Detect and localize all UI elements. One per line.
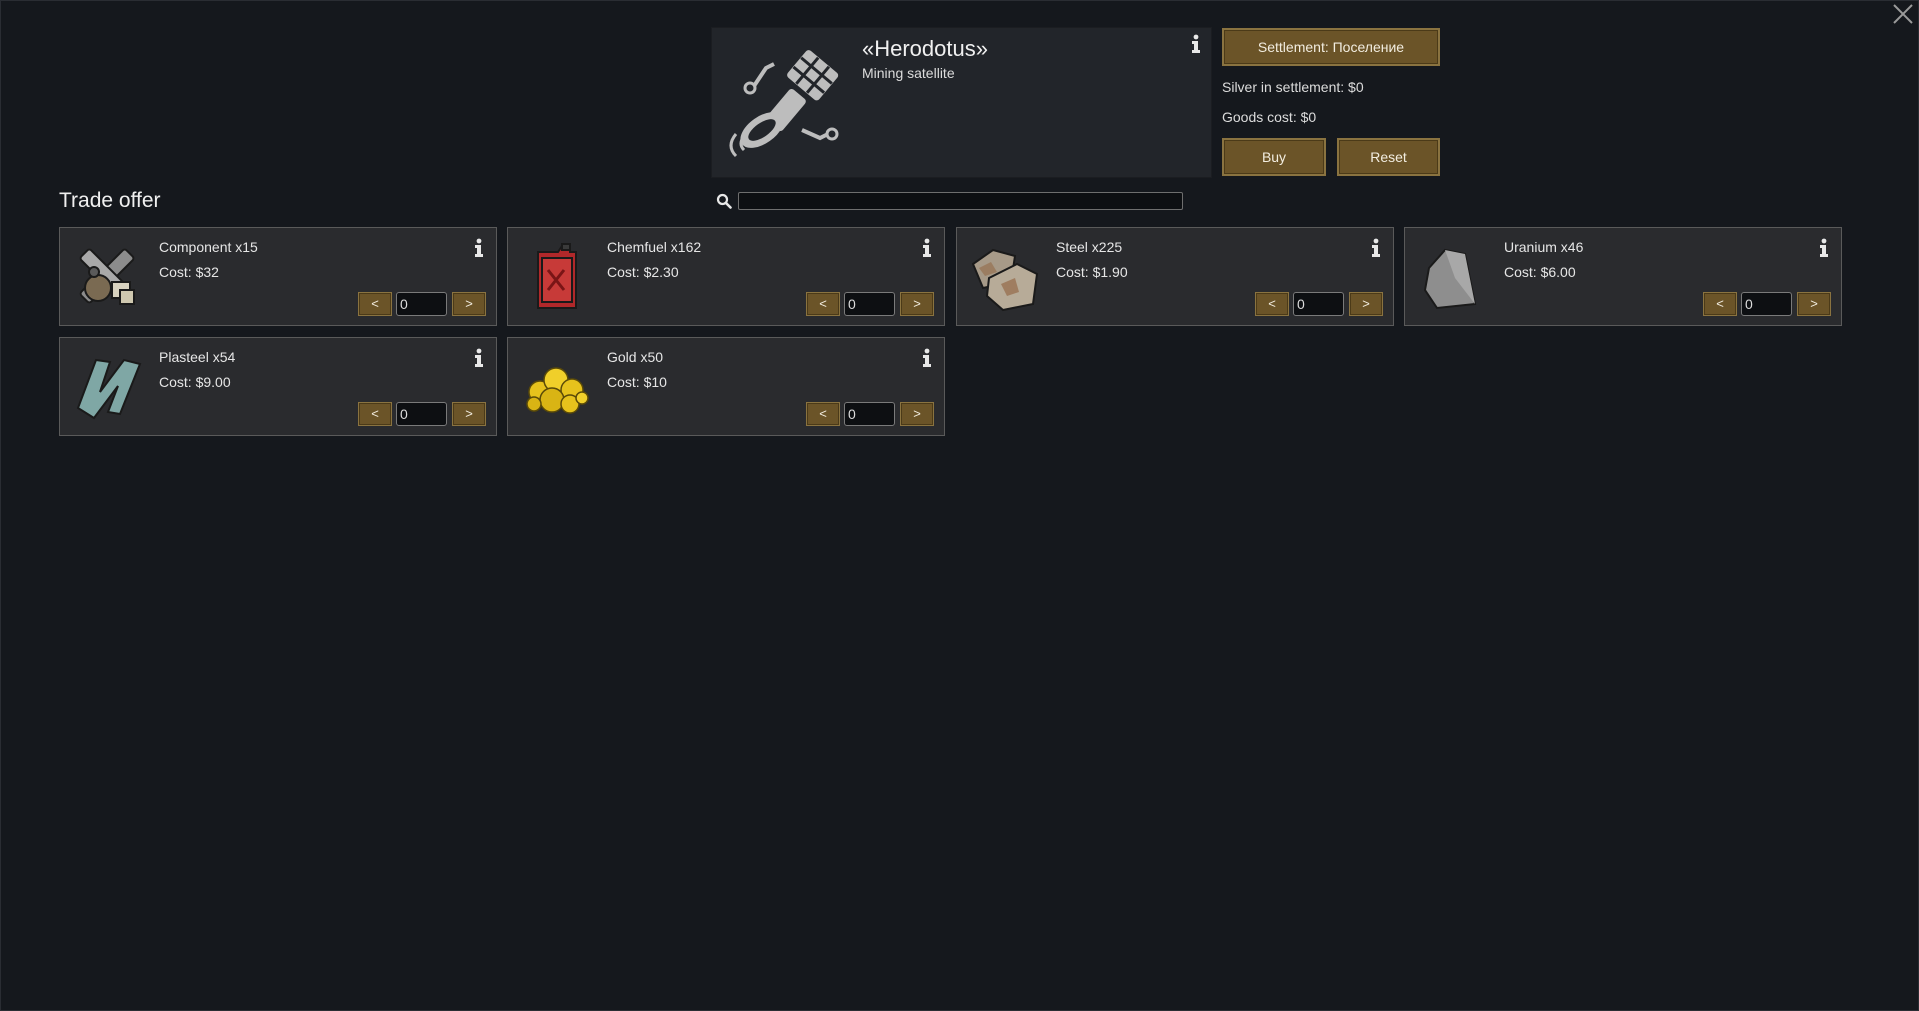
mining-satellite-icon xyxy=(729,50,839,158)
buy-button[interactable]: Buy xyxy=(1222,138,1326,176)
item-cost: Cost: $1.90 xyxy=(1056,264,1128,280)
item-cost: Cost: $6.00 xyxy=(1504,264,1576,280)
decrease-button[interactable]: < xyxy=(806,292,840,316)
increase-button[interactable]: > xyxy=(452,292,486,316)
close-icon[interactable] xyxy=(1890,1,1916,27)
info-icon[interactable] xyxy=(472,238,486,258)
info-icon[interactable] xyxy=(1817,238,1831,258)
increase-button[interactable]: > xyxy=(452,402,486,426)
component-icon xyxy=(79,248,135,305)
settlement-header-card: «Herodotus» Mining satellite xyxy=(711,27,1212,178)
item-name: Gold x50 xyxy=(607,349,664,365)
silver-in-settlement-text: Silver in settlement: $0 xyxy=(1222,79,1364,95)
increase-button[interactable]: > xyxy=(1349,292,1383,316)
trade-item-card: Plasteel x54 Cost: $9.00 < > xyxy=(59,337,497,436)
quantity-input[interactable] xyxy=(844,402,895,426)
quantity-input[interactable] xyxy=(844,292,895,316)
gold-icon xyxy=(526,367,589,414)
uranium-icon xyxy=(1423,248,1477,310)
quantity-input[interactable] xyxy=(1293,292,1344,316)
trade-item-card: Gold x50 Cost: $10 < > xyxy=(507,337,945,436)
quantity-input[interactable] xyxy=(1741,292,1792,316)
increase-button[interactable]: > xyxy=(1797,292,1831,316)
trade-item-card: Steel x225 Cost: $1.90 < > xyxy=(956,227,1394,326)
settlement-subtitle: Mining satellite xyxy=(862,65,955,81)
item-name: Plasteel x54 xyxy=(159,349,236,365)
item-cost: Cost: $2.30 xyxy=(607,264,679,280)
info-icon[interactable] xyxy=(920,348,934,368)
search-icon xyxy=(716,193,732,209)
increase-button[interactable]: > xyxy=(900,292,934,316)
trade-window: «Herodotus» Mining satellite Settlement:… xyxy=(0,0,1919,1011)
trade-offer-title: Trade offer xyxy=(59,189,161,212)
info-icon[interactable] xyxy=(920,238,934,258)
item-name: Steel x225 xyxy=(1056,239,1123,255)
decrease-button[interactable]: < xyxy=(358,292,392,316)
decrease-button[interactable]: < xyxy=(1703,292,1737,316)
info-icon[interactable] xyxy=(1189,34,1203,54)
trade-item-card: Uranium x46 Cost: $6.00 < > xyxy=(1404,227,1842,326)
increase-button[interactable]: > xyxy=(900,402,934,426)
info-icon[interactable] xyxy=(1369,238,1383,258)
trade-item-card: Component x15 Cost: $32 < > xyxy=(59,227,497,326)
quantity-input[interactable] xyxy=(396,402,447,426)
item-name: Component x15 xyxy=(159,239,258,255)
decrease-button[interactable]: < xyxy=(358,402,392,426)
reset-button[interactable]: Reset xyxy=(1337,138,1440,176)
item-name: Uranium x46 xyxy=(1504,239,1584,255)
search-input[interactable] xyxy=(738,192,1183,210)
steel-icon xyxy=(971,248,1039,312)
decrease-button[interactable]: < xyxy=(806,402,840,426)
goods-cost-text: Goods cost: $0 xyxy=(1222,109,1317,125)
plasteel-icon xyxy=(76,358,142,420)
item-name: Chemfuel x162 xyxy=(607,239,702,255)
quantity-input[interactable] xyxy=(396,292,447,316)
decrease-button[interactable]: < xyxy=(1255,292,1289,316)
info-icon[interactable] xyxy=(472,348,486,368)
item-cost: Cost: $9.00 xyxy=(159,374,231,390)
settlement-button[interactable]: Settlement: Поселение xyxy=(1222,28,1440,66)
item-cost: Cost: $10 xyxy=(607,374,667,390)
chemfuel-icon xyxy=(537,243,577,309)
settlement-title: «Herodotus» xyxy=(862,36,988,61)
item-cost: Cost: $32 xyxy=(159,264,219,280)
trade-item-card: Chemfuel x162 Cost: $2.30 < > xyxy=(507,227,945,326)
